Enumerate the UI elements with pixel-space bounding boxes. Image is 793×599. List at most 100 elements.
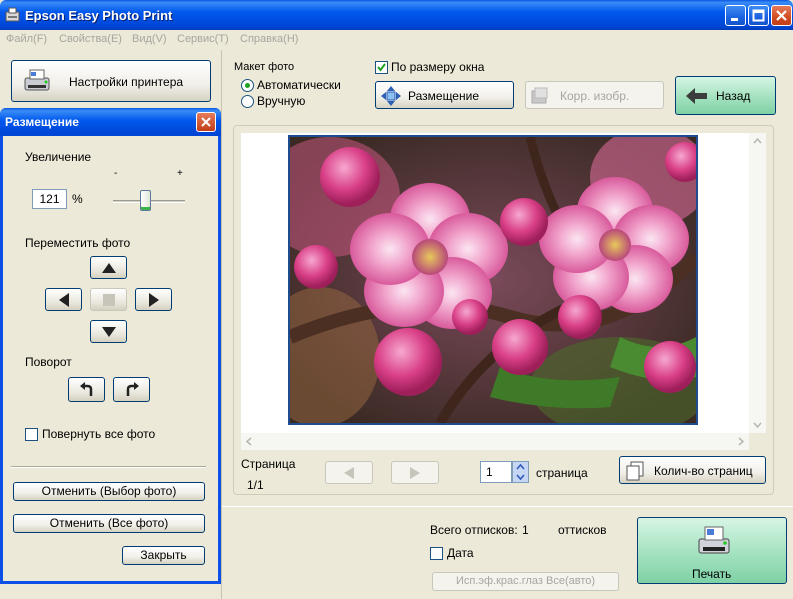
correct-image-button[interactable]: Корр. изобр. [525, 81, 664, 109]
rotate-label: Поворот [25, 355, 72, 369]
menu-view[interactable]: Вид(V) [132, 33, 167, 45]
zoom-slider[interactable] [111, 182, 187, 212]
move-right-button[interactable] [135, 288, 172, 311]
zoom-input[interactable]: 121 [32, 189, 67, 209]
scroll-left-icon [245, 437, 252, 446]
move-down-button[interactable] [90, 320, 127, 343]
scroll-up-icon [753, 137, 762, 144]
move-arrows-icon [381, 86, 401, 106]
pages-icon [626, 461, 644, 481]
printer-icon [698, 526, 730, 554]
rotate-all-label: Повернуть все фото [42, 427, 156, 441]
cancel-all-button[interactable]: Отменить (Все фото) [13, 514, 205, 533]
maximize-icon [752, 9, 765, 22]
placement-button[interactable]: Размещение [375, 81, 514, 109]
vertical-scrollbar[interactable] [749, 133, 766, 433]
total-prints-value: 1 [522, 523, 529, 537]
back-arrow-icon [686, 88, 707, 104]
dialog-title-bar[interactable]: Размещение [0, 108, 221, 136]
page-count-spinner[interactable] [512, 461, 529, 483]
back-button[interactable]: Назад [675, 76, 776, 115]
arrow-up-icon [101, 262, 116, 273]
correct-image-label: Корр. изобр. [560, 89, 630, 103]
rotate-right-icon [126, 381, 139, 396]
horizontal-scrollbar[interactable] [241, 433, 749, 450]
move-up-button[interactable] [90, 256, 127, 279]
menu-bar: Файл(F) Свойства(E) Вид(V) Сервис(T) Спр… [0, 30, 793, 50]
cancel-selected-button[interactable]: Отменить (Выбор фото) [13, 482, 205, 501]
rotate-left-icon [79, 381, 92, 396]
page-count-button[interactable]: Колич-во страниц [619, 456, 766, 484]
zoom-label: Увеличение [25, 150, 92, 164]
manual-radio[interactable] [241, 95, 254, 108]
fit-window-label: По размеру окна [391, 60, 485, 74]
zoom-plus-label: + [177, 168, 183, 179]
zoom-slider-thumb[interactable] [140, 190, 151, 211]
maximize-button[interactable] [748, 5, 769, 26]
page-unit-label: страница [536, 466, 588, 480]
minimize-icon [731, 18, 738, 21]
menu-properties[interactable]: Свойства(E) [59, 33, 122, 45]
print-button[interactable]: Печать [637, 517, 787, 584]
spin-down-icon [516, 474, 525, 481]
scroll-down-icon [753, 422, 762, 429]
total-prints-unit: оттисков [558, 523, 607, 537]
spin-up-icon [516, 463, 525, 470]
zoom-minus-label: - [114, 168, 118, 179]
prev-page-button[interactable] [325, 461, 373, 484]
minimize-button[interactable] [725, 5, 746, 26]
arrow-right-icon [410, 467, 420, 479]
dialog-divider [11, 466, 206, 468]
placement-label: Размещение [408, 89, 479, 103]
dialog-title: Размещение [5, 115, 79, 129]
app-icon [5, 7, 20, 22]
arrow-left-icon [58, 292, 69, 307]
stop-square-icon [102, 293, 115, 306]
arrow-down-icon [101, 326, 116, 337]
scroll-right-icon [738, 437, 745, 446]
arrow-left-icon [344, 467, 354, 479]
close-icon [776, 10, 787, 21]
app-window: Epson Easy Photo Print Файл(F) Свойства(… [0, 0, 793, 599]
layout-label: Макет фото [234, 61, 295, 73]
move-left-button[interactable] [45, 288, 82, 311]
page-value: 1/1 [247, 478, 264, 492]
back-label: Назад [716, 89, 751, 103]
blossom-photo [290, 137, 696, 423]
page-count-label: Колич-во страниц [654, 464, 753, 478]
rotate-all-checkbox[interactable] [25, 428, 38, 441]
menu-tools[interactable]: Сервис(T) [177, 33, 229, 45]
date-checkbox[interactable] [430, 547, 443, 560]
window-title: Epson Easy Photo Print [25, 8, 173, 23]
move-label: Переместить фото [25, 236, 131, 250]
printer-settings-button[interactable]: Настройки принтера [11, 60, 211, 102]
placement-dialog: Размещение Увеличение - + 121 % Перемест… [0, 108, 221, 584]
page-label: Страница [241, 457, 296, 471]
close-icon [201, 117, 211, 127]
auto-radio[interactable] [241, 79, 254, 92]
scroll-corner [749, 433, 766, 450]
manual-radio-label: Вручную [257, 94, 306, 108]
move-center-button[interactable] [90, 288, 127, 311]
photo-preview[interactable] [288, 135, 698, 425]
dialog-body: Увеличение - + 121 % Переместить фото По… [3, 136, 218, 581]
next-page-button[interactable] [391, 461, 439, 484]
fit-window-checkbox[interactable] [375, 61, 388, 74]
close-window-button[interactable] [771, 5, 792, 26]
title-bar[interactable]: Epson Easy Photo Print [0, 0, 793, 30]
rotate-right-button[interactable] [113, 377, 150, 402]
red-eye-button[interactable]: Исп.эф.крас.глаз Все(авто) [432, 572, 619, 591]
close-dialog-button[interactable]: Закрыть [122, 546, 205, 565]
rotate-left-button[interactable] [68, 377, 105, 402]
auto-radio-label: Автоматически [257, 78, 341, 92]
menu-file[interactable]: Файл(F) [6, 33, 47, 45]
checkmark-icon [377, 63, 386, 72]
arrow-right-icon [148, 292, 159, 307]
print-label: Печать [692, 567, 732, 581]
dialog-close-button[interactable] [196, 112, 216, 132]
page-count-input[interactable]: 1 [480, 461, 512, 483]
date-label: Дата [447, 546, 474, 560]
zoom-unit: % [72, 192, 83, 206]
menu-help[interactable]: Справка(H) [240, 33, 298, 45]
image-correct-icon [531, 87, 548, 104]
